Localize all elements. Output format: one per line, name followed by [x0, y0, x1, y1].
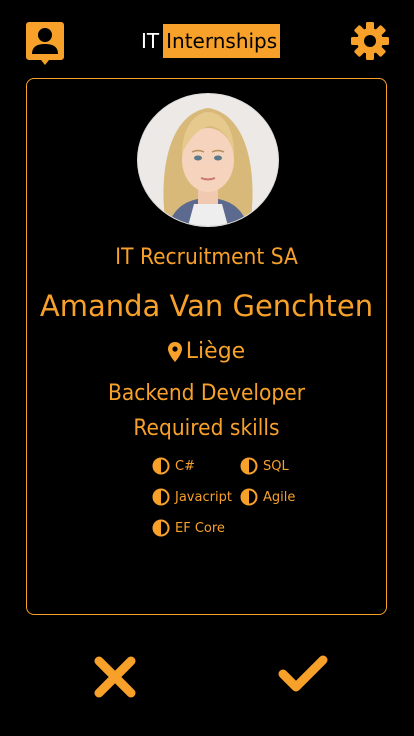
user-icon: [26, 22, 64, 65]
gear-icon: [351, 22, 389, 60]
location: Liège: [27, 339, 386, 364]
location-label: Liège: [185, 339, 246, 364]
candidate-name: Amanda Van Genchten: [39, 289, 374, 323]
brand-logo: IT Internships: [141, 24, 281, 58]
skills-list: C# SQL Javacript Agile EF Core: [152, 457, 352, 537]
profile-button[interactable]: [26, 22, 64, 66]
skill-item: EF Core: [152, 519, 240, 537]
reject-button[interactable]: [93, 655, 137, 699]
candidate-card[interactable]: IT Recruitment SA Amanda Van Genchten Li…: [26, 78, 387, 615]
skill-label: SQL: [263, 458, 289, 474]
skill-item: Agile: [240, 488, 340, 506]
half-circle-icon: [152, 457, 170, 475]
half-circle-icon: [152, 519, 170, 537]
half-circle-icon: [240, 457, 258, 475]
accept-button[interactable]: [278, 654, 328, 694]
skill-item: Javacript: [152, 488, 240, 506]
job-role: Backend Developer: [107, 381, 306, 406]
avatar: [137, 93, 279, 227]
skill-label: Agile: [263, 489, 296, 505]
skill-item: SQL: [240, 457, 340, 475]
half-circle-icon: [152, 488, 170, 506]
half-circle-icon: [240, 488, 258, 506]
brand-prefix: IT: [141, 29, 160, 53]
skill-label: Javacript: [175, 489, 232, 505]
brand-name: Internships: [163, 24, 281, 58]
skill-item: C#: [152, 457, 240, 475]
company-name: IT Recruitment SA: [115, 245, 298, 270]
skill-label: C#: [175, 458, 195, 474]
settings-button[interactable]: [350, 21, 390, 61]
close-icon: [94, 656, 136, 698]
map-pin-icon: [167, 341, 182, 362]
check-icon: [278, 655, 328, 692]
skill-label: EF Core: [175, 520, 225, 536]
skills-title: Required skills: [133, 416, 280, 441]
